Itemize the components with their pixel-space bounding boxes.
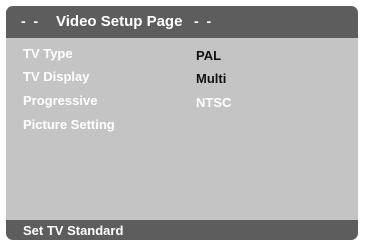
menu-item-tv-display[interactable]: TV Display [23,69,89,84]
title-bar: - - Video Setup Page - - [6,6,358,38]
page-title: Video Setup Page [56,13,183,30]
menu-item-tv-type[interactable]: TV Type [23,46,73,61]
option-ntsc[interactable]: NTSC [196,95,231,110]
title-dashes-right: - - [194,13,214,29]
menu-item-progressive[interactable]: Progressive [23,93,97,108]
menu-item-picture-setting[interactable]: Picture Setting [23,117,115,132]
status-bar: Set TV Standard [6,220,358,240]
option-multi[interactable]: Multi [196,71,226,86]
option-pal[interactable]: PAL [196,48,221,63]
video-setup-panel: - - Video Setup Page - - TV Type TV Disp… [6,6,358,240]
title-dashes-left: - - [21,13,41,29]
status-text: Set TV Standard [23,223,124,238]
